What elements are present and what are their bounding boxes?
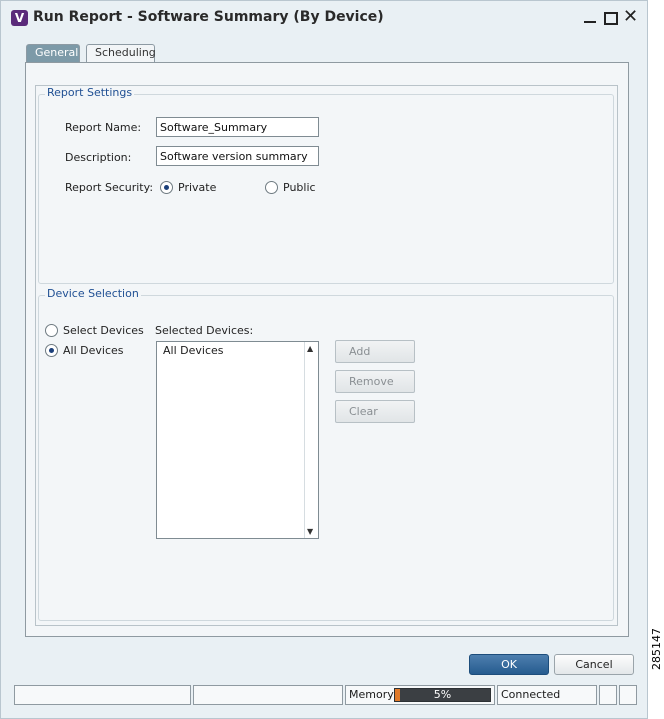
list-item[interactable]: All Devices — [163, 344, 223, 357]
clear-button[interactable]: Clear — [335, 400, 415, 423]
add-button[interactable]: Add — [335, 340, 415, 363]
list-scrollbar[interactable]: ▲ ▼ — [304, 342, 318, 538]
description-label: Description: — [65, 151, 132, 164]
all-devices-label[interactable]: All Devices — [63, 344, 123, 357]
device-selection-label: Device Selection — [45, 287, 141, 300]
selected-devices-list[interactable]: All Devices ▲ ▼ — [156, 341, 319, 539]
connection-label: Connected — [501, 688, 561, 701]
app-logo-icon: V — [11, 10, 28, 26]
memory-percent: 5% — [433, 688, 452, 701]
status-cell-2 — [193, 685, 343, 705]
figure-id: 285147 — [650, 628, 663, 670]
tab-scheduling[interactable]: Scheduling — [86, 44, 156, 62]
report-settings-label: Report Settings — [45, 86, 135, 99]
public-radio[interactable] — [265, 181, 278, 194]
close-icon[interactable]: ✕ — [623, 8, 638, 26]
dialog-window: V Run Report - Software Summary (By Devi… — [0, 0, 648, 719]
cancel-button[interactable]: Cancel — [554, 654, 634, 675]
memory-label: Memory: — [349, 688, 397, 701]
tab-general[interactable]: General — [26, 44, 80, 62]
report-name-field[interactable] — [156, 117, 319, 137]
public-radio-label[interactable]: Public — [283, 181, 316, 194]
scroll-up-icon[interactable]: ▲ — [307, 344, 313, 353]
title-bar[interactable]: V Run Report - Software Summary (By Devi… — [1, 1, 647, 33]
private-radio[interactable] — [160, 181, 173, 194]
report-security-label: Report Security: — [65, 181, 154, 194]
remove-button[interactable]: Remove — [335, 370, 415, 393]
status-cell-5 — [599, 685, 617, 705]
private-radio-label[interactable]: Private — [178, 181, 216, 194]
minimize-icon[interactable] — [583, 9, 597, 25]
window-title: Run Report - Software Summary (By Device… — [33, 9, 384, 25]
maximize-icon[interactable] — [603, 9, 618, 25]
all-devices-radio[interactable] — [45, 344, 58, 357]
ok-button[interactable]: OK — [469, 654, 549, 675]
select-devices-radio[interactable] — [45, 324, 58, 337]
device-selection-group: Device Selection — [38, 287, 614, 621]
description-field[interactable] — [156, 146, 319, 166]
memory-bar: 5% — [394, 688, 491, 702]
connection-status: Connected — [497, 685, 597, 705]
status-cell-1 — [14, 685, 191, 705]
scroll-down-icon[interactable]: ▼ — [307, 527, 313, 536]
status-cell-6 — [619, 685, 637, 705]
selected-devices-label: Selected Devices: — [155, 324, 254, 337]
report-name-label: Report Name: — [65, 121, 142, 134]
select-devices-label[interactable]: Select Devices — [63, 324, 144, 337]
